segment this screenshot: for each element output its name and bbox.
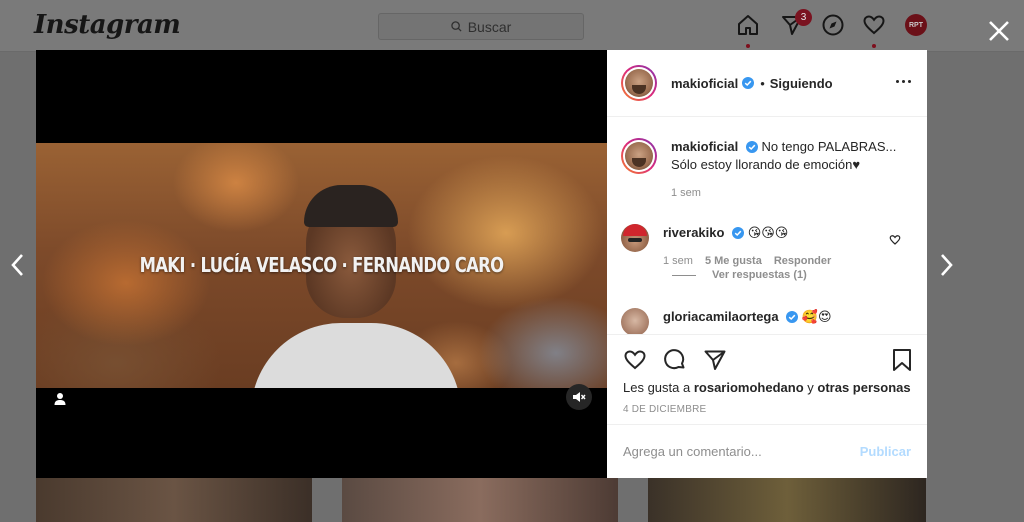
activity-indicator-dot bbox=[872, 44, 876, 48]
home-indicator-dot bbox=[746, 44, 750, 48]
comment-time[interactable]: 1 sem bbox=[663, 252, 693, 270]
video-person-body bbox=[251, 323, 461, 388]
author-avatar-ring[interactable] bbox=[621, 65, 657, 101]
comment-input[interactable]: Agrega un comentario... bbox=[623, 444, 860, 459]
home-icon bbox=[738, 15, 758, 35]
profile-button[interactable]: RPT bbox=[905, 14, 927, 36]
previous-post-arrow-icon[interactable] bbox=[8, 252, 28, 278]
reply-button[interactable]: Responder bbox=[774, 252, 831, 270]
comment-avatar[interactable] bbox=[621, 224, 649, 252]
comment-username[interactable]: gloriacamilaortega bbox=[663, 309, 779, 324]
post-modal: MAKI · LUCÍA VELASCO · FERNANDO CARO mak… bbox=[36, 50, 927, 478]
caption-avatar-ring[interactable] bbox=[621, 138, 657, 174]
instagram-logo[interactable]: Instagram bbox=[34, 10, 181, 40]
verified-badge-icon bbox=[732, 227, 745, 239]
verified-badge-icon bbox=[742, 77, 755, 89]
top-navigation-bar: Instagram Buscar 3 RPT bbox=[0, 0, 1024, 52]
video-person-cap bbox=[304, 185, 398, 227]
following-button[interactable]: Siguiendo bbox=[770, 76, 833, 91]
comment-username[interactable]: riverakiko bbox=[663, 225, 724, 240]
close-icon[interactable] bbox=[986, 18, 1012, 44]
view-replies-button[interactable]: Ver respuestas (1) bbox=[672, 269, 807, 281]
comment-text: 😘😘😘 bbox=[747, 225, 789, 240]
post-actions: Les gusta a rosariomohedano y otras pers… bbox=[607, 334, 927, 424]
comment-likes[interactable]: 5 Me gusta bbox=[705, 252, 762, 270]
share-paper-plane-icon[interactable] bbox=[703, 348, 727, 372]
verified-badge-icon bbox=[745, 141, 758, 153]
caption-time[interactable]: 1 sem bbox=[671, 184, 701, 202]
post-details-panel: makioficial • Siguiendo makioficial No t… bbox=[607, 50, 927, 478]
video-frame[interactable]: MAKI · LUCÍA VELASCO · FERNANDO CARO bbox=[36, 143, 607, 388]
verified-badge-icon bbox=[786, 311, 799, 323]
author-username[interactable]: makioficial bbox=[671, 76, 738, 91]
replies-line bbox=[672, 274, 696, 276]
direct-messages-button[interactable]: 3 bbox=[780, 9, 812, 37]
add-comment-bar: Agrega un comentario... Publicar bbox=[607, 424, 927, 478]
comment-avatar[interactable] bbox=[621, 308, 649, 334]
notification-badge: 3 bbox=[795, 9, 812, 26]
likes-prefix: Les gusta a bbox=[623, 380, 691, 395]
search-icon bbox=[450, 21, 462, 32]
video-player[interactable]: MAKI · LUCÍA VELASCO · FERNANDO CARO bbox=[36, 50, 607, 478]
activity-button[interactable] bbox=[862, 13, 886, 48]
tagged-user-icon[interactable] bbox=[52, 391, 68, 407]
like-comment-heart-icon[interactable] bbox=[889, 234, 901, 246]
likes-middle: y bbox=[807, 380, 814, 395]
explore-button[interactable] bbox=[821, 13, 845, 37]
comment-text: 🥰😍 bbox=[801, 309, 832, 324]
caption-avatar bbox=[625, 142, 653, 170]
grid-thumbnail[interactable] bbox=[648, 478, 926, 522]
post-header: makioficial • Siguiendo bbox=[607, 50, 927, 117]
likes-others[interactable]: otras personas bbox=[817, 380, 910, 395]
more-options-icon[interactable] bbox=[896, 80, 911, 83]
comment-item: riverakiko 😘😘😘 1 sem 5 Me gusta Responde… bbox=[621, 224, 903, 270]
caption-username[interactable]: makioficial bbox=[671, 139, 738, 154]
publish-button[interactable]: Publicar bbox=[860, 444, 911, 459]
likes-user[interactable]: rosariomohedano bbox=[694, 380, 804, 395]
mute-button[interactable] bbox=[566, 384, 592, 410]
comment-bubble-icon[interactable] bbox=[663, 348, 687, 372]
comment-item: gloriacamilaortega 🥰😍 bbox=[621, 308, 903, 334]
heart-icon bbox=[863, 15, 885, 35]
grid-thumbnail[interactable] bbox=[342, 478, 618, 522]
caption-item: makioficial No tengo PALABRAS... Sólo es… bbox=[621, 138, 911, 202]
compass-icon bbox=[822, 14, 844, 36]
video-overlay-text: MAKI · LUCÍA VELASCO · FERNANDO CARO bbox=[139, 253, 504, 277]
author-avatar bbox=[625, 69, 653, 97]
like-heart-icon[interactable] bbox=[623, 348, 647, 372]
home-button[interactable] bbox=[736, 13, 760, 48]
search-placeholder: Buscar bbox=[467, 18, 512, 35]
bookmark-icon[interactable] bbox=[891, 348, 913, 372]
post-date[interactable]: 4 DE DICIEMBRE bbox=[623, 404, 706, 415]
muted-speaker-icon bbox=[573, 392, 586, 402]
next-post-arrow-icon[interactable] bbox=[936, 252, 956, 278]
search-input[interactable]: Buscar bbox=[378, 13, 584, 40]
grid-thumbnail[interactable] bbox=[36, 478, 312, 522]
comments-list[interactable]: makioficial No tengo PALABRAS... Sólo es… bbox=[607, 118, 927, 334]
profile-avatar: RPT bbox=[905, 14, 927, 36]
likes-summary[interactable]: Les gusta a rosariomohedano y otras pers… bbox=[623, 380, 911, 395]
view-replies-label: Ver respuestas (1) bbox=[712, 269, 807, 281]
header-separator: • bbox=[760, 75, 765, 91]
